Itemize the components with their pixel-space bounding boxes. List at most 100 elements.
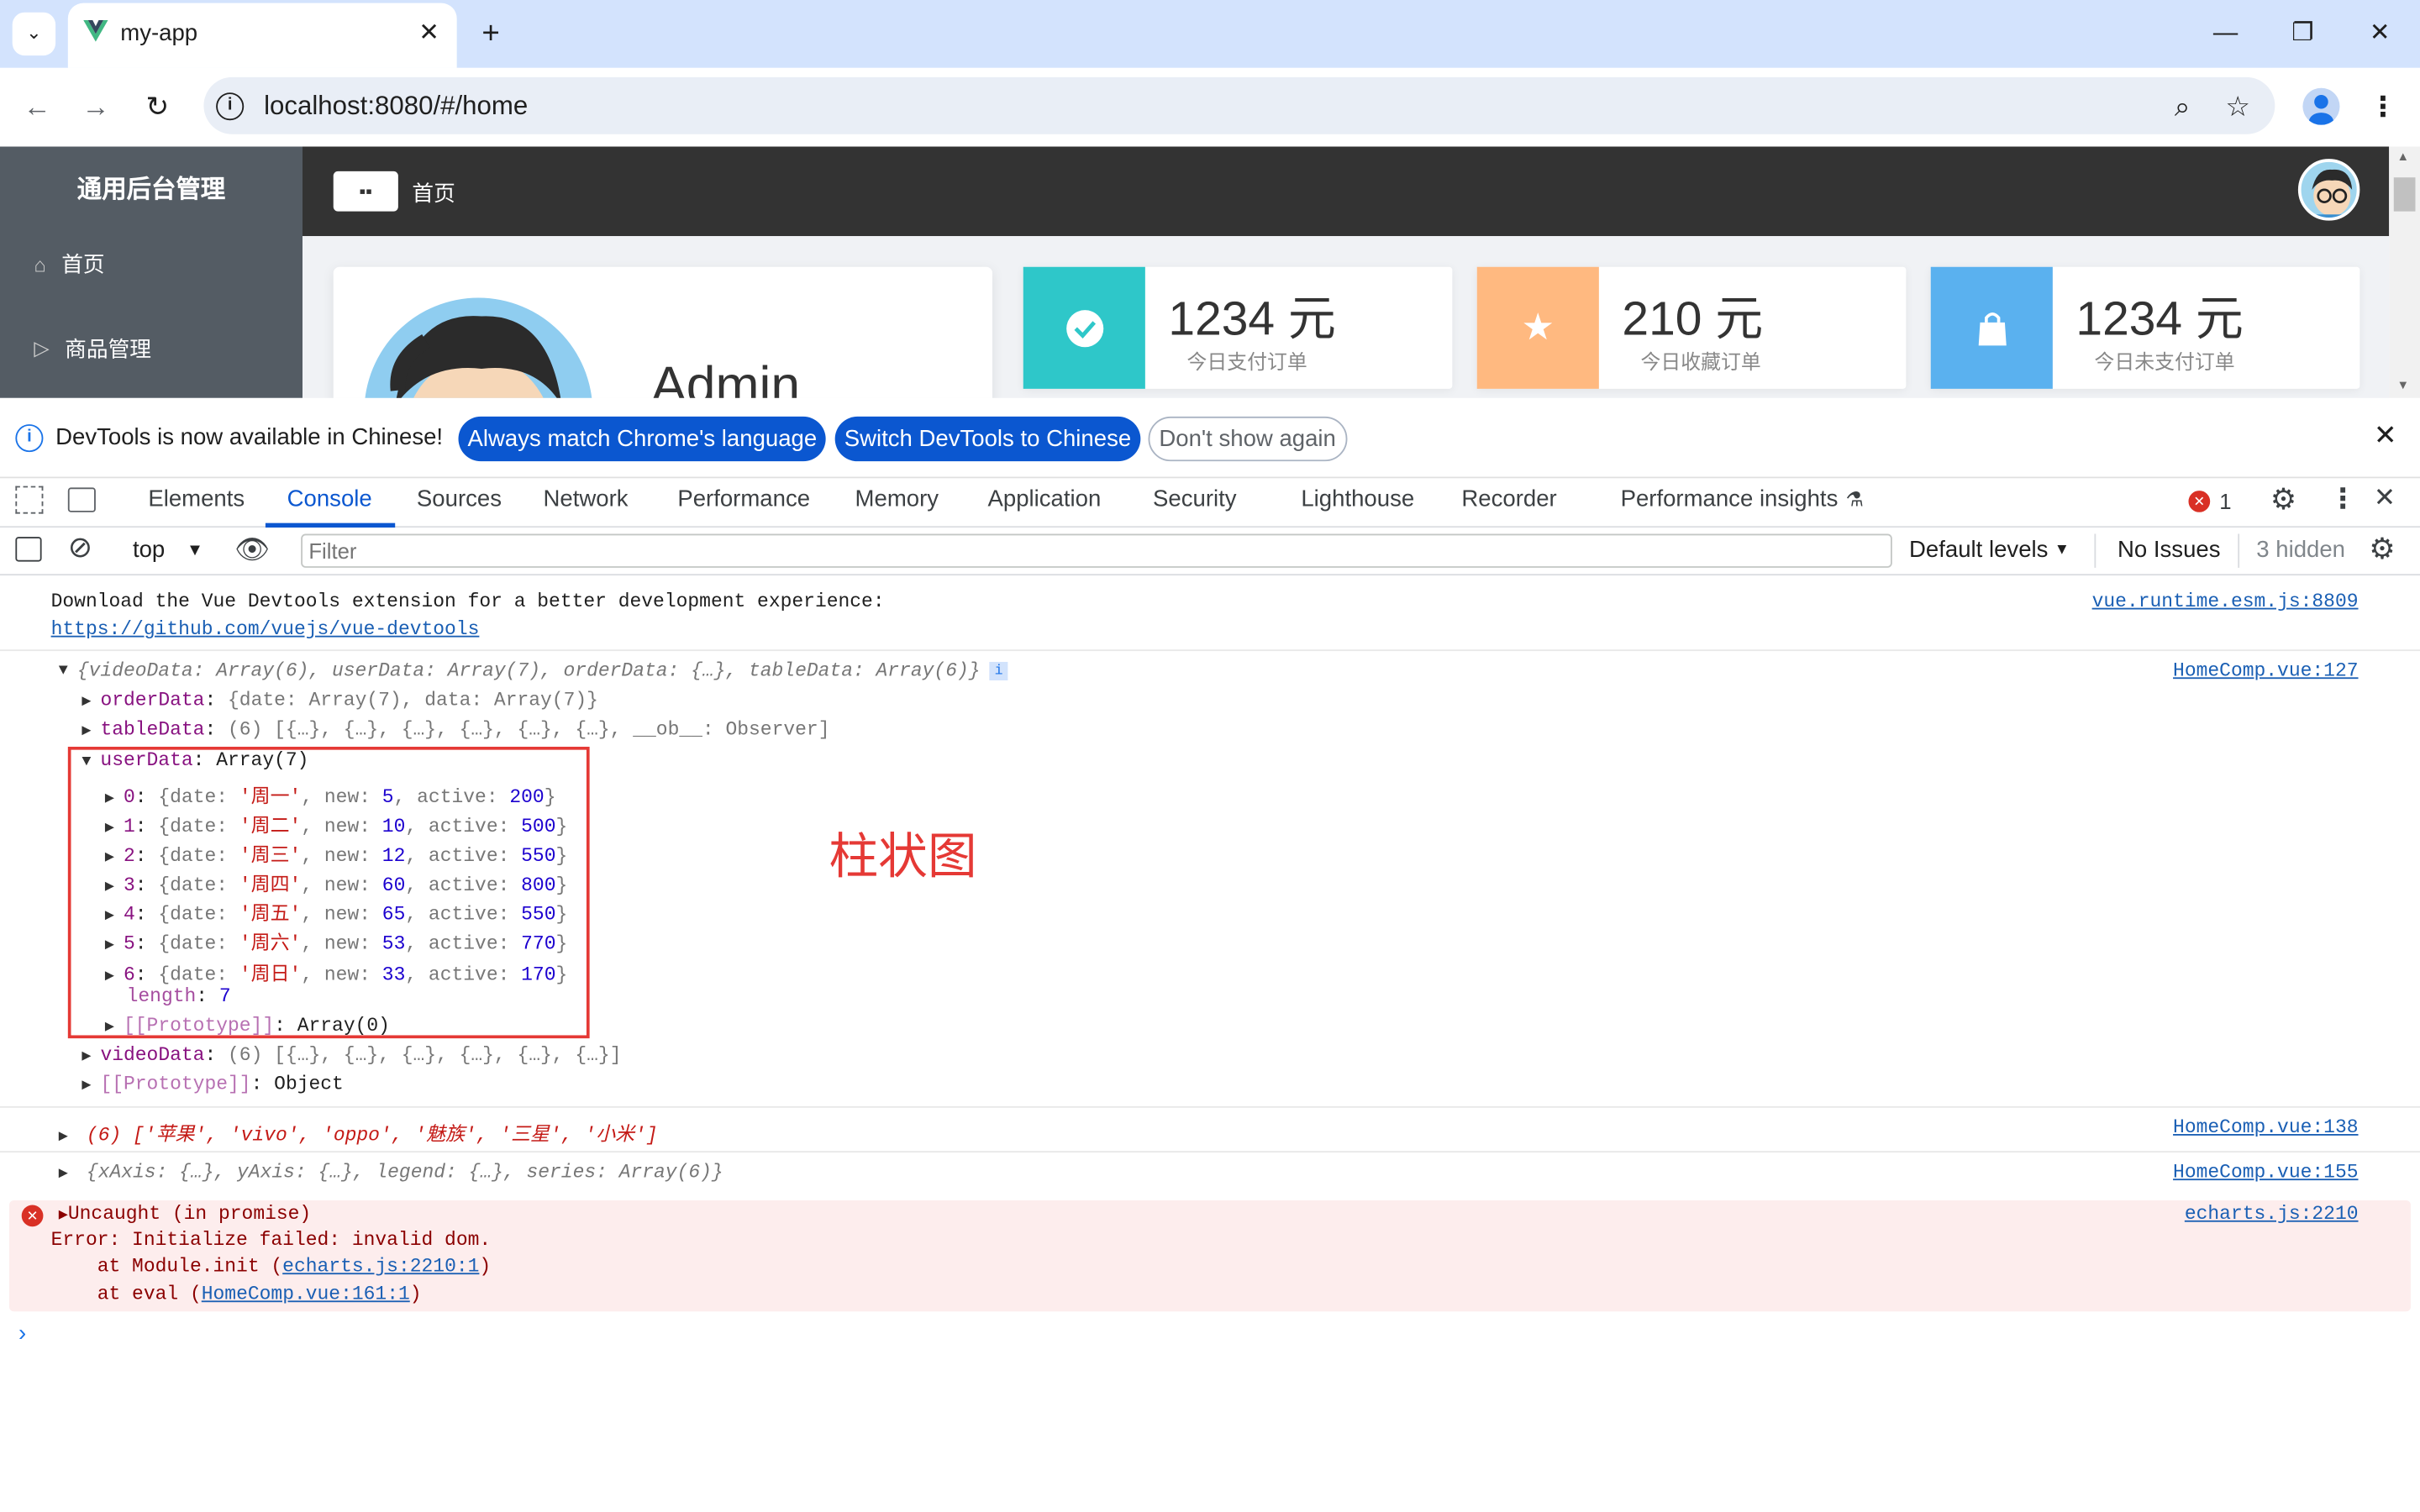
tab-memory[interactable]: Memory: [855, 486, 939, 512]
bookmark-star-icon[interactable]: ☆: [2219, 90, 2256, 127]
tab-network[interactable]: Network: [544, 486, 629, 512]
expand-triangle-icon[interactable]: ▼: [59, 663, 68, 680]
inspect-element-icon[interactable]: [15, 486, 44, 514]
tab-label: Performance insights: [1620, 486, 1839, 512]
switch-to-chinese-button[interactable]: Switch DevTools to Chinese: [834, 416, 1141, 462]
tab-elements[interactable]: Elements: [148, 486, 245, 512]
property-row[interactable]: ▶ tableData: (6) [{…}, {…}, {…}, {…}, {……: [82, 719, 829, 741]
url-text[interactable]: localhost:8080/#/home: [264, 91, 528, 122]
expand-triangle-icon[interactable]: ▶: [82, 695, 100, 711]
source-link[interactable]: echarts.js:2210: [2185, 1204, 2359, 1226]
property-row[interactable]: ▶ videoData: (6) [{…}, {…}, {…}, {…}, {……: [82, 1044, 621, 1066]
sidebar-item-goods[interactable]: ▷ 商品管理: [34, 333, 151, 365]
scroll-down-icon[interactable]: ▼: [2396, 378, 2409, 392]
reload-icon[interactable]: ↻: [139, 90, 176, 127]
page-scrollbar[interactable]: ▲ ▼: [2389, 146, 2420, 398]
property-row[interactable]: ▶ orderData: {date: Array(7), data: Arra…: [82, 690, 598, 711]
source-link[interactable]: vue.runtime.esm.js:8809: [2092, 591, 2359, 612]
console-settings-icon[interactable]: ⚙: [2369, 533, 2395, 568]
property-key: tableData: [100, 718, 205, 741]
issues-link[interactable]: No Issues: [2118, 537, 2221, 563]
error-title-row[interactable]: ▶Uncaught (in promise): [59, 1204, 311, 1226]
tab-security[interactable]: Security: [1153, 486, 1237, 512]
error-counter[interactable]: ✕ 1: [2188, 489, 2232, 514]
close-window-icon[interactable]: ✕: [2361, 15, 2398, 52]
source-link[interactable]: HomeComp.vue:138: [2173, 1117, 2358, 1139]
echarts-options-row[interactable]: ▶ {xAxis: {…}, yAxis: {…}, legend: {…}, …: [59, 1162, 723, 1184]
back-icon[interactable]: ←: [18, 90, 55, 127]
source-link[interactable]: HomeComp.vue:127: [2173, 660, 2358, 682]
stack-link[interactable]: HomeComp.vue:161:1: [202, 1284, 410, 1305]
flask-icon: ⚗: [1845, 486, 1864, 511]
user-card: Admin: [333, 266, 993, 398]
tab-application[interactable]: Application: [988, 486, 1102, 512]
log-levels-dropdown[interactable]: Default levels ▼: [1909, 537, 2070, 563]
expand-triangle-icon[interactable]: ▶: [59, 1208, 68, 1225]
console-filter-input[interactable]: [301, 533, 1892, 568]
prototype-row[interactable]: ▶ [[Prototype]]: Object: [82, 1074, 343, 1095]
context-selector[interactable]: top ▼: [133, 537, 203, 563]
expand-triangle-icon[interactable]: ▶: [59, 1129, 87, 1146]
new-tab-button[interactable]: +: [472, 15, 509, 52]
user-avatar[interactable]: [2297, 159, 2360, 221]
devtools-menu-icon[interactable]: ⋮: [2329, 483, 2357, 516]
message-separator: [0, 1151, 2420, 1153]
vue-devtools-link[interactable]: https://github.com/vuejs/vue-devtools: [51, 619, 480, 641]
scroll-up-icon[interactable]: ▲: [2396, 150, 2409, 164]
scrollbar-thumb[interactable]: [2393, 177, 2416, 212]
menu-toggle-button[interactable]: ▪▪: [333, 171, 398, 212]
brands-log-row[interactable]: ▶ (6) ['苹果', 'vivo', 'oppo', '魅族', '三星',…: [59, 1117, 658, 1147]
info-badge-icon: i: [989, 661, 1008, 680]
stat-value: 210 元: [1622, 291, 1764, 346]
tab-search-button[interactable]: ⌄: [12, 12, 56, 56]
device-toolbar-icon[interactable]: [67, 487, 96, 512]
property-value: {date: Array(7), data: Array(7)}: [228, 690, 598, 711]
expand-triangle-icon[interactable]: ▶: [82, 723, 100, 740]
close-devtools-icon[interactable]: ✕: [2374, 483, 2396, 514]
console-prompt-icon[interactable]: ›: [18, 1320, 26, 1347]
message-separator: [0, 649, 2420, 652]
profile-icon[interactable]: [2302, 87, 2340, 125]
object-log-row[interactable]: ▼ {videoData: Array(6), userData: Array(…: [59, 660, 1008, 682]
prototype-value: Object: [274, 1074, 344, 1096]
dont-show-again-button[interactable]: Don't show again: [1148, 416, 1347, 462]
stat-icon-bg: [1023, 266, 1145, 389]
stat-value: 1234 元: [1168, 291, 1336, 346]
stack-link[interactable]: echarts.js:2210:1: [282, 1256, 479, 1278]
tab-performance-insights[interactable]: Performance insights ⚗: [1621, 486, 1864, 512]
restore-icon[interactable]: ❐: [2284, 15, 2321, 52]
context-value: top: [132, 537, 166, 564]
tab-performance[interactable]: Performance: [677, 486, 810, 512]
infobar-message: DevTools is now available in Chinese!: [55, 424, 444, 451]
tab-lighthouse[interactable]: Lighthouse: [1301, 486, 1414, 512]
expand-triangle-icon[interactable]: ▶: [59, 1167, 87, 1184]
stat-card-paid: 1234 元 今日支付订单: [1023, 266, 1453, 389]
sidebar-item-home[interactable]: ⌂ 首页: [34, 249, 104, 280]
tab-sources[interactable]: Sources: [417, 486, 502, 512]
star-icon: ★: [1521, 307, 1555, 349]
browser-menu-icon[interactable]: ⋮: [2365, 90, 2402, 127]
sidebar-toggle-icon[interactable]: [15, 537, 42, 562]
expand-triangle-icon[interactable]: ▶: [82, 1079, 100, 1095]
user-name: Admin: [651, 356, 801, 398]
expand-triangle-icon[interactable]: ▶: [82, 1049, 100, 1066]
close-tab-icon[interactable]: ✕: [411, 15, 448, 52]
source-link[interactable]: HomeComp.vue:155: [2173, 1162, 2358, 1184]
close-infobar-icon[interactable]: ✕: [2374, 420, 2397, 453]
live-expression-eye-icon[interactable]: 👁: [234, 534, 270, 567]
zoom-icon[interactable]: ⌕: [2164, 90, 2201, 127]
annotation-box: [67, 746, 590, 1039]
settings-gear-icon[interactable]: ⚙: [2270, 483, 2296, 518]
clear-console-icon[interactable]: ⊘: [68, 534, 92, 564]
tab-recorder[interactable]: Recorder: [1461, 486, 1556, 512]
site-info-icon[interactable]: i: [216, 92, 245, 121]
divider: [2238, 533, 2240, 568]
user-avatar-large: [364, 297, 593, 398]
minimize-icon[interactable]: —: [2207, 15, 2244, 52]
levels-label: Default levels: [1909, 537, 2049, 564]
tab-title: my-app: [120, 19, 198, 47]
always-match-language-button[interactable]: Always match Chrome's language: [458, 416, 827, 462]
error-count: 1: [2219, 489, 2232, 514]
forward-icon[interactable]: →: [77, 90, 114, 127]
tab-console[interactable]: Console: [287, 486, 372, 512]
